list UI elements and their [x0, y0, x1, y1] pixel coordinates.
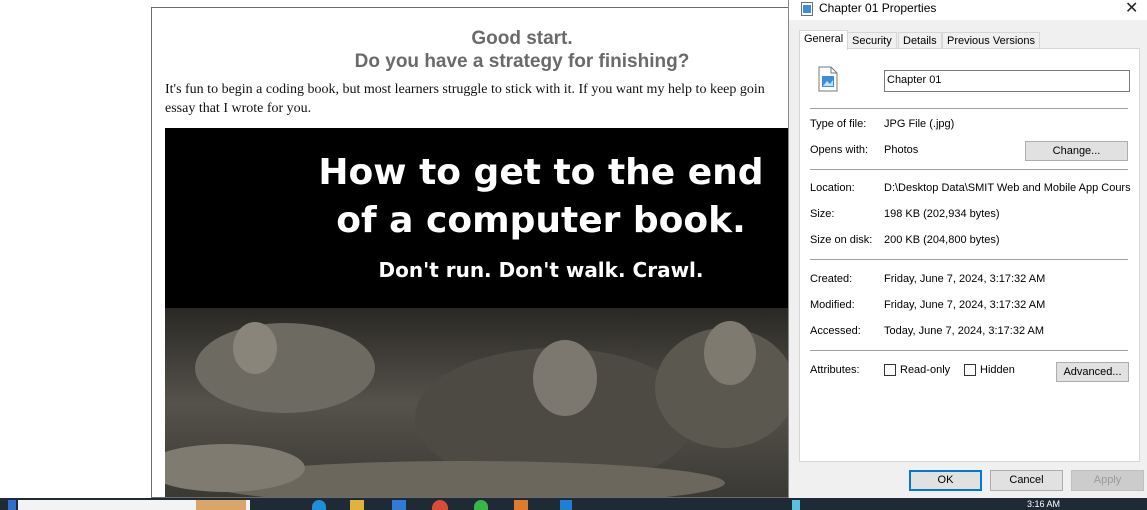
- close-icon[interactable]: ✕: [1125, 0, 1138, 18]
- image-file-icon: [801, 2, 813, 16]
- banner-image: How to get to the end of a computer book…: [165, 128, 791, 497]
- intro-line1: It's fun to begin a coding book, but mos…: [165, 82, 765, 97]
- size-value: 198 KB (202,934 bytes): [884, 208, 1000, 220]
- vscode-icon[interactable]: [560, 500, 572, 510]
- separator: [810, 259, 1128, 260]
- separator: [810, 108, 1128, 109]
- webpage-content: Good start. Do you have a strategy for f…: [151, 7, 791, 498]
- change-button[interactable]: Change...: [1025, 141, 1128, 161]
- file-type-icon: [818, 66, 838, 92]
- intro-line2: essay that I wrote for you.: [165, 101, 312, 116]
- tab-details[interactable]: Details: [898, 32, 942, 49]
- cancel-button[interactable]: Cancel: [990, 470, 1063, 491]
- type-value: JPG File (.jpg): [884, 118, 955, 130]
- intro-paragraph: It's fun to begin a coding book, but mos…: [165, 80, 791, 118]
- clock[interactable]: 3:16 AM: [1027, 499, 1060, 509]
- ok-button[interactable]: OK: [909, 470, 982, 491]
- size-on-disk-value: 200 KB (204,800 bytes): [884, 234, 1000, 246]
- modified-label: Modified:: [810, 299, 855, 311]
- accessed-label: Accessed:: [810, 325, 861, 337]
- dialog-titlebar[interactable]: Chapter 01 Properties ✕: [789, 0, 1147, 20]
- accessed-value: Today, June 7, 2024, 3:17:32 AM: [884, 325, 1045, 337]
- hidden-label[interactable]: Hidden: [980, 364, 1015, 376]
- modified-value: Friday, June 7, 2024, 3:17:32 AM: [884, 299, 1046, 311]
- file-name-input[interactable]: Chapter 01: [884, 70, 1130, 92]
- general-panel: Chapter 01 Type of file: JPG File (.jpg)…: [799, 48, 1140, 462]
- readonly-label[interactable]: Read-only: [900, 364, 950, 376]
- taskbar: 3:16 AM: [0, 498, 1147, 510]
- page-heading-line1: Good start.: [471, 28, 573, 49]
- app-icon[interactable]: [514, 500, 528, 510]
- separator: [810, 350, 1128, 351]
- type-label: Type of file:: [810, 118, 867, 130]
- banner-headline-line2: of a computer book.: [336, 200, 746, 241]
- created-label: Created:: [810, 273, 853, 285]
- size-label: Size:: [810, 208, 835, 220]
- dialog-title: Chapter 01 Properties: [819, 1, 937, 15]
- tray-icon[interactable]: [792, 500, 800, 510]
- created-value: Friday, June 7, 2024, 3:17:32 AM: [884, 273, 1046, 285]
- tab-general[interactable]: General: [799, 30, 849, 50]
- banner-headline-line1: How to get to the end: [318, 152, 764, 193]
- advanced-button[interactable]: Advanced...: [1056, 362, 1129, 382]
- tab-previous-versions[interactable]: Previous Versions: [942, 32, 1041, 49]
- banner-subline: Don't run. Don't walk. Crawl.: [378, 258, 704, 282]
- search-highlight-icon: [196, 500, 246, 510]
- hidden-checkbox[interactable]: [964, 364, 976, 376]
- page-heading-line2: Do you have a strategy for finishing?: [354, 51, 690, 72]
- size-on-disk-label: Size on disk:: [810, 234, 873, 246]
- readonly-checkbox[interactable]: [884, 364, 896, 376]
- location-value: D:\Desktop Data\SMIT Web and Mobile App …: [884, 182, 1131, 194]
- separator: [810, 169, 1128, 170]
- location-label: Location:: [810, 182, 855, 194]
- attributes-label: Attributes:: [810, 364, 860, 376]
- opens-with-label: Opens with:: [810, 144, 869, 156]
- store-icon[interactable]: [392, 500, 406, 510]
- properties-dialog: Chapter 01 Properties ✕ General Security…: [788, 0, 1147, 498]
- chrome-icon[interactable]: [432, 500, 448, 510]
- opens-with-value: Photos: [884, 144, 919, 156]
- file-explorer-icon[interactable]: [350, 500, 364, 510]
- apply-button[interactable]: Apply: [1071, 470, 1144, 491]
- whatsapp-icon[interactable]: [474, 500, 488, 510]
- tab-security[interactable]: Security: [847, 32, 897, 49]
- mud-crawl-photo: [165, 308, 791, 497]
- start-icon[interactable]: [8, 500, 16, 510]
- edge-browser-icon[interactable]: [312, 500, 326, 510]
